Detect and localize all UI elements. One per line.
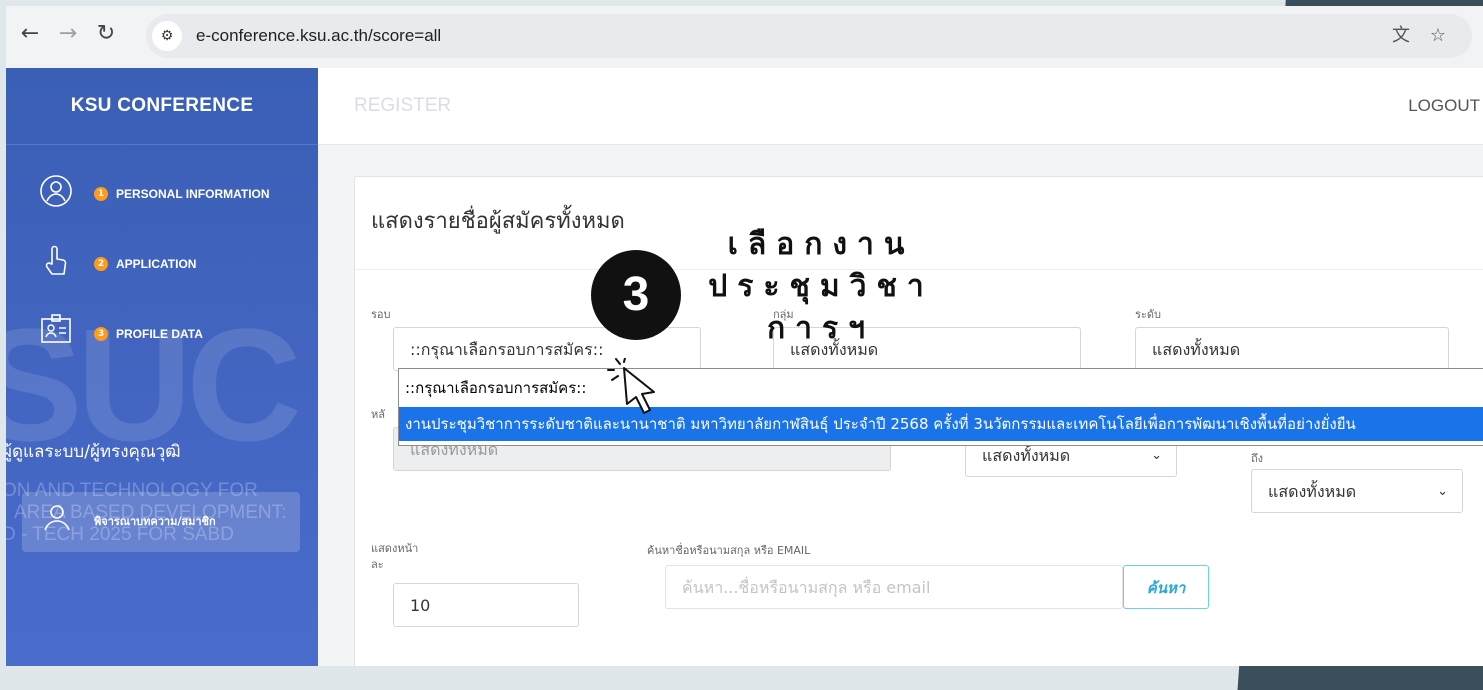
step-badge: 1 — [94, 187, 108, 201]
arrow-right-icon[interactable]: → — [54, 20, 82, 48]
register-link[interactable]: REGISTER — [354, 68, 451, 144]
star-icon[interactable]: ☆ — [1430, 14, 1446, 58]
browser-toolbar: ← → ↻ ⚙ e-conference.ksu.ac.th/score=all… — [6, 6, 1483, 69]
site-settings-icon[interactable]: ⚙ — [152, 21, 182, 51]
sidebar: KSU CONFERENCE SUC ON AND TECHNOLOGY FOR… — [6, 68, 318, 666]
sidebar-item-label: PROFILE DATA — [116, 327, 203, 341]
review-members-button[interactable]: พิจารณาบทความ/สมาชิก — [22, 492, 300, 552]
reload-icon[interactable]: ↻ — [92, 20, 120, 48]
search-label: ค้นหาชื่อหรือนามสกุล หรือ EMAIL — [647, 544, 811, 557]
round-dropdown-list: ::กรุณาเลือกรอบการสมัคร:: งานประชุมวิชาก… — [398, 368, 1483, 446]
chevron-down-icon: ⌄ — [1437, 484, 1448, 499]
sidebar-item-personal-information[interactable]: 1 PERSONAL INFORMATION — [36, 174, 306, 214]
sidebar-item-label: APPLICATION — [116, 257, 197, 271]
level-select-value: แสดงทั้งหมด — [1152, 340, 1241, 359]
url-text[interactable]: e-conference.ksu.ac.th/score=all — [196, 14, 441, 58]
per-page-value: 10 — [410, 596, 431, 615]
pointer-hand-icon — [36, 244, 76, 284]
id-card-icon — [36, 314, 76, 354]
review-members-label: พิจารณาบทความ/สมาชิก — [94, 515, 216, 528]
to-select[interactable]: แสดงทั้งหมด ⌄ — [1251, 469, 1463, 513]
main-content: REGISTER LOGOUT แสดงรายชื่อผู้สมัครทั้งห… — [318, 68, 1483, 666]
step-badge: 3 — [94, 327, 108, 341]
page-title: แสดงรายชื่อผู้สมัครทั้งหมด — [371, 209, 625, 234]
sidebar-title[interactable]: KSU CONFERENCE — [6, 68, 318, 145]
search-input[interactable]: ค้นหา...ชื่อหรือนามสกุล หรือ email — [665, 565, 1123, 609]
sidebar-item-label: PERSONAL INFORMATION — [116, 187, 270, 201]
status-select-value: แสดงทั้งหมด — [982, 446, 1071, 465]
round-label: รอบ — [371, 308, 391, 321]
to-select-value: แสดงทั้งหมด — [1268, 482, 1357, 501]
translate-icon[interactable]: 文 — [1392, 14, 1410, 58]
dropdown-option-selected[interactable]: งานประชุมวิชาการระดับชาติและนานาชาติ มหา… — [399, 407, 1483, 441]
arrow-left-icon[interactable]: ← — [16, 20, 44, 48]
instruction-line: เลือกงาน — [727, 227, 915, 262]
search-placeholder: ค้นหา...ชื่อหรือนามสกุล หรือ email — [682, 578, 931, 597]
user-icon — [42, 502, 72, 539]
round-select-value: ::กรุณาเลือกรอบการสมัคร:: — [410, 340, 604, 359]
admin-role-heading: ผู้ดูแลระบบ/ผู้ทรงคุณวุฒิ — [6, 442, 181, 462]
instruction-line: การฯ — [767, 311, 875, 346]
per-page-input[interactable]: 10 — [393, 583, 579, 627]
top-bar: REGISTER LOGOUT — [318, 68, 1483, 145]
to-label: ถึง — [1251, 452, 1264, 465]
step-number-badge: 3 — [591, 250, 681, 340]
address-bar[interactable]: ⚙ e-conference.ksu.ac.th/score=all 文 ☆ — [146, 14, 1472, 58]
category-label: หลั — [371, 408, 385, 421]
level-label: ระดับ — [1135, 308, 1161, 321]
dropdown-option[interactable]: ::กรุณาเลือกรอบการสมัคร:: — [399, 371, 1483, 405]
instruction-line: ประชุมวิชา — [708, 269, 934, 304]
sidebar-item-profile-data[interactable]: 3 PROFILE DATA — [36, 314, 306, 354]
sidebar-item-application[interactable]: 2 APPLICATION — [36, 244, 306, 284]
per-page-label-2: ละ — [371, 558, 384, 571]
user-icon — [36, 174, 76, 214]
step-instruction: เลือกงาน ประชุมวิชา การฯ — [686, 224, 956, 350]
level-select[interactable]: แสดงทั้งหมด — [1135, 327, 1449, 371]
browser-window: ← → ↻ ⚙ e-conference.ksu.ac.th/score=all… — [6, 6, 1483, 666]
logout-link[interactable]: LOGOUT — [1408, 68, 1480, 144]
step-badge: 2 — [94, 257, 108, 271]
mouse-pointer-icon — [607, 358, 655, 414]
search-button[interactable]: ค้นหา — [1123, 565, 1209, 609]
